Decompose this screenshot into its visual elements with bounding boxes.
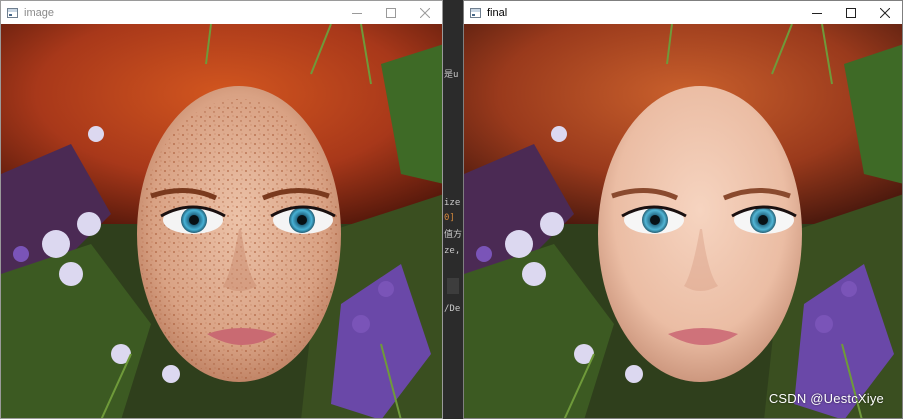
window-app-icon <box>7 7 18 18</box>
background-code-editor: 是u ize 0] 值方 ze, /De <box>443 0 463 419</box>
minimize-icon <box>812 12 822 14</box>
final-window[interactable]: final CSDN @UestcXiye <box>463 0 903 419</box>
close-icon <box>420 7 430 18</box>
image-window[interactable]: image <box>0 0 443 419</box>
maximize-icon <box>386 7 396 18</box>
minimize-button[interactable] <box>340 1 374 24</box>
maximize-button[interactable] <box>374 1 408 24</box>
close-button[interactable] <box>408 1 442 24</box>
minimize-icon <box>352 12 362 14</box>
portrait-smoothed <box>464 24 902 418</box>
code-fragment: ze, <box>444 246 461 256</box>
original-image-canvas[interactable] <box>1 24 442 418</box>
final-window-title: final <box>487 6 508 19</box>
final-window-titlebar[interactable]: final <box>464 1 902 24</box>
maximize-icon <box>846 7 856 18</box>
maximize-button[interactable] <box>834 1 868 24</box>
image-window-title: image <box>24 6 54 19</box>
code-fragment: 0] <box>444 213 455 223</box>
window-controls <box>800 1 902 24</box>
code-fragment: 是u <box>444 70 459 80</box>
window-controls <box>340 1 442 24</box>
csdn-watermark: CSDN @UestcXiye <box>768 391 884 406</box>
close-icon <box>880 7 890 18</box>
close-button[interactable] <box>868 1 902 24</box>
image-window-titlebar[interactable]: image <box>1 1 442 24</box>
window-app-icon <box>470 7 481 18</box>
code-fragment: 值方 <box>444 230 463 240</box>
editor-gutter-marker <box>447 278 459 294</box>
portrait-original <box>1 24 442 418</box>
minimize-button[interactable] <box>800 1 834 24</box>
code-fragment: /De <box>444 304 461 314</box>
code-fragment: ize <box>444 198 461 208</box>
final-image-canvas[interactable]: CSDN @UestcXiye <box>464 24 902 418</box>
